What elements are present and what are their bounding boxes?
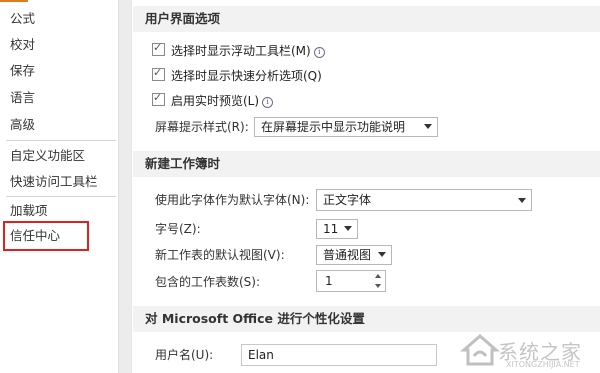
selected-indicator (0, 0, 28, 2)
chevron-down-icon (378, 252, 386, 257)
default-view-select[interactable]: 普通视图 (316, 245, 392, 265)
sidebar-divider (6, 140, 116, 141)
section-title: 用户界面选项 (145, 11, 221, 26)
sidebar-item-addins[interactable]: 加载项 (10, 201, 48, 221)
sidebar-item-save[interactable]: 保存 (10, 61, 35, 81)
sheet-count-label: 包含的工作表数(S): (155, 275, 261, 289)
username-value: Elan (248, 348, 274, 362)
default-font-select[interactable]: 正文字体 (316, 189, 532, 211)
watermark-url: XITONGZHIJIA.NET (506, 360, 580, 369)
sidebar-item-customize-ribbon[interactable]: 自定义功能区 (10, 146, 85, 166)
spin-up-icon[interactable] (375, 274, 381, 278)
mini-toolbar-option[interactable]: ✓ 选择时显示浮动工具栏(M) i (152, 41, 325, 60)
section-title: 新建工作簿时 (145, 156, 221, 171)
font-size-select[interactable]: 11 (316, 219, 358, 239)
quick-analysis-label: 选择时显示快速分析选项(Q) (171, 69, 322, 83)
font-size-label: 字号(Z): (155, 222, 201, 236)
default-font-value: 正文字体 (323, 193, 372, 207)
checkmark-icon: ✓ (153, 41, 163, 54)
username-input[interactable]: Elan (241, 344, 437, 366)
site-watermark: 系统之家 XITONGZHIJIA.NET (458, 328, 598, 370)
sidebar-item-formulas[interactable]: 公式 (10, 9, 35, 29)
mini-toolbar-label: 选择时显示浮动工具栏(M) (171, 44, 311, 58)
live-preview-option[interactable]: ✓ 启用实时预览(L) i (152, 91, 274, 110)
spin-down-icon[interactable] (375, 284, 381, 288)
info-icon[interactable]: i (262, 97, 274, 108)
live-preview-label: 启用实时预览(L) (171, 94, 260, 108)
live-preview-checkbox[interactable]: ✓ (152, 91, 165, 106)
chevron-down-icon (344, 226, 352, 231)
section-title: 对 Microsoft Office 进行个性化设置 (145, 311, 365, 326)
default-font-label: 使用此字体作为默认字体(N): (155, 193, 310, 207)
sidebar-divider (6, 196, 116, 197)
options-sidebar: 公式 校对 保存 语言 高级 自定义功能区 快速访问工具栏 加载项 信任中心 (0, 0, 118, 373)
info-icon[interactable]: i (313, 47, 325, 58)
quick-analysis-checkbox[interactable]: ✓ (152, 66, 165, 81)
default-view-value: 普通视图 (323, 248, 372, 262)
sidebar-item-advanced[interactable]: 高级 (10, 115, 35, 135)
sidebar-item-language[interactable]: 语言 (10, 88, 35, 108)
username-label: 用户名(U): (155, 348, 214, 362)
checkmark-icon: ✓ (153, 66, 163, 79)
sidebar-item-quick-access-toolbar[interactable]: 快速访问工具栏 (10, 172, 98, 192)
checkmark-icon: ✓ (153, 91, 163, 104)
default-view-label: 新工作表的默认视图(V): (155, 248, 285, 262)
mini-toolbar-checkbox[interactable]: ✓ (152, 41, 165, 56)
sidebar-item-proofing[interactable]: 校对 (10, 35, 35, 55)
section-header-ui-options: 用户界面选项 (133, 6, 600, 32)
sheet-count-value: 1 (325, 274, 333, 288)
house-logo-icon (460, 334, 500, 366)
section-header-new-workbook: 新建工作簿时 (133, 151, 600, 177)
screentip-style-value: 在屏幕提示中显示功能说明 (261, 120, 406, 134)
chevron-down-icon (424, 124, 432, 129)
screentip-style-select[interactable]: 在屏幕提示中显示功能说明 (254, 117, 438, 137)
chevron-down-icon (518, 198, 526, 203)
font-size-value: 11 (323, 222, 339, 236)
screentip-style-label: 屏幕提示样式(R): (155, 120, 249, 134)
quick-analysis-option[interactable]: ✓ 选择时显示快速分析选项(Q) (152, 66, 322, 85)
pane-separator (118, 0, 132, 373)
sheet-count-spinner[interactable]: 1 (316, 270, 386, 292)
trust-center-highlight-box (3, 221, 89, 251)
